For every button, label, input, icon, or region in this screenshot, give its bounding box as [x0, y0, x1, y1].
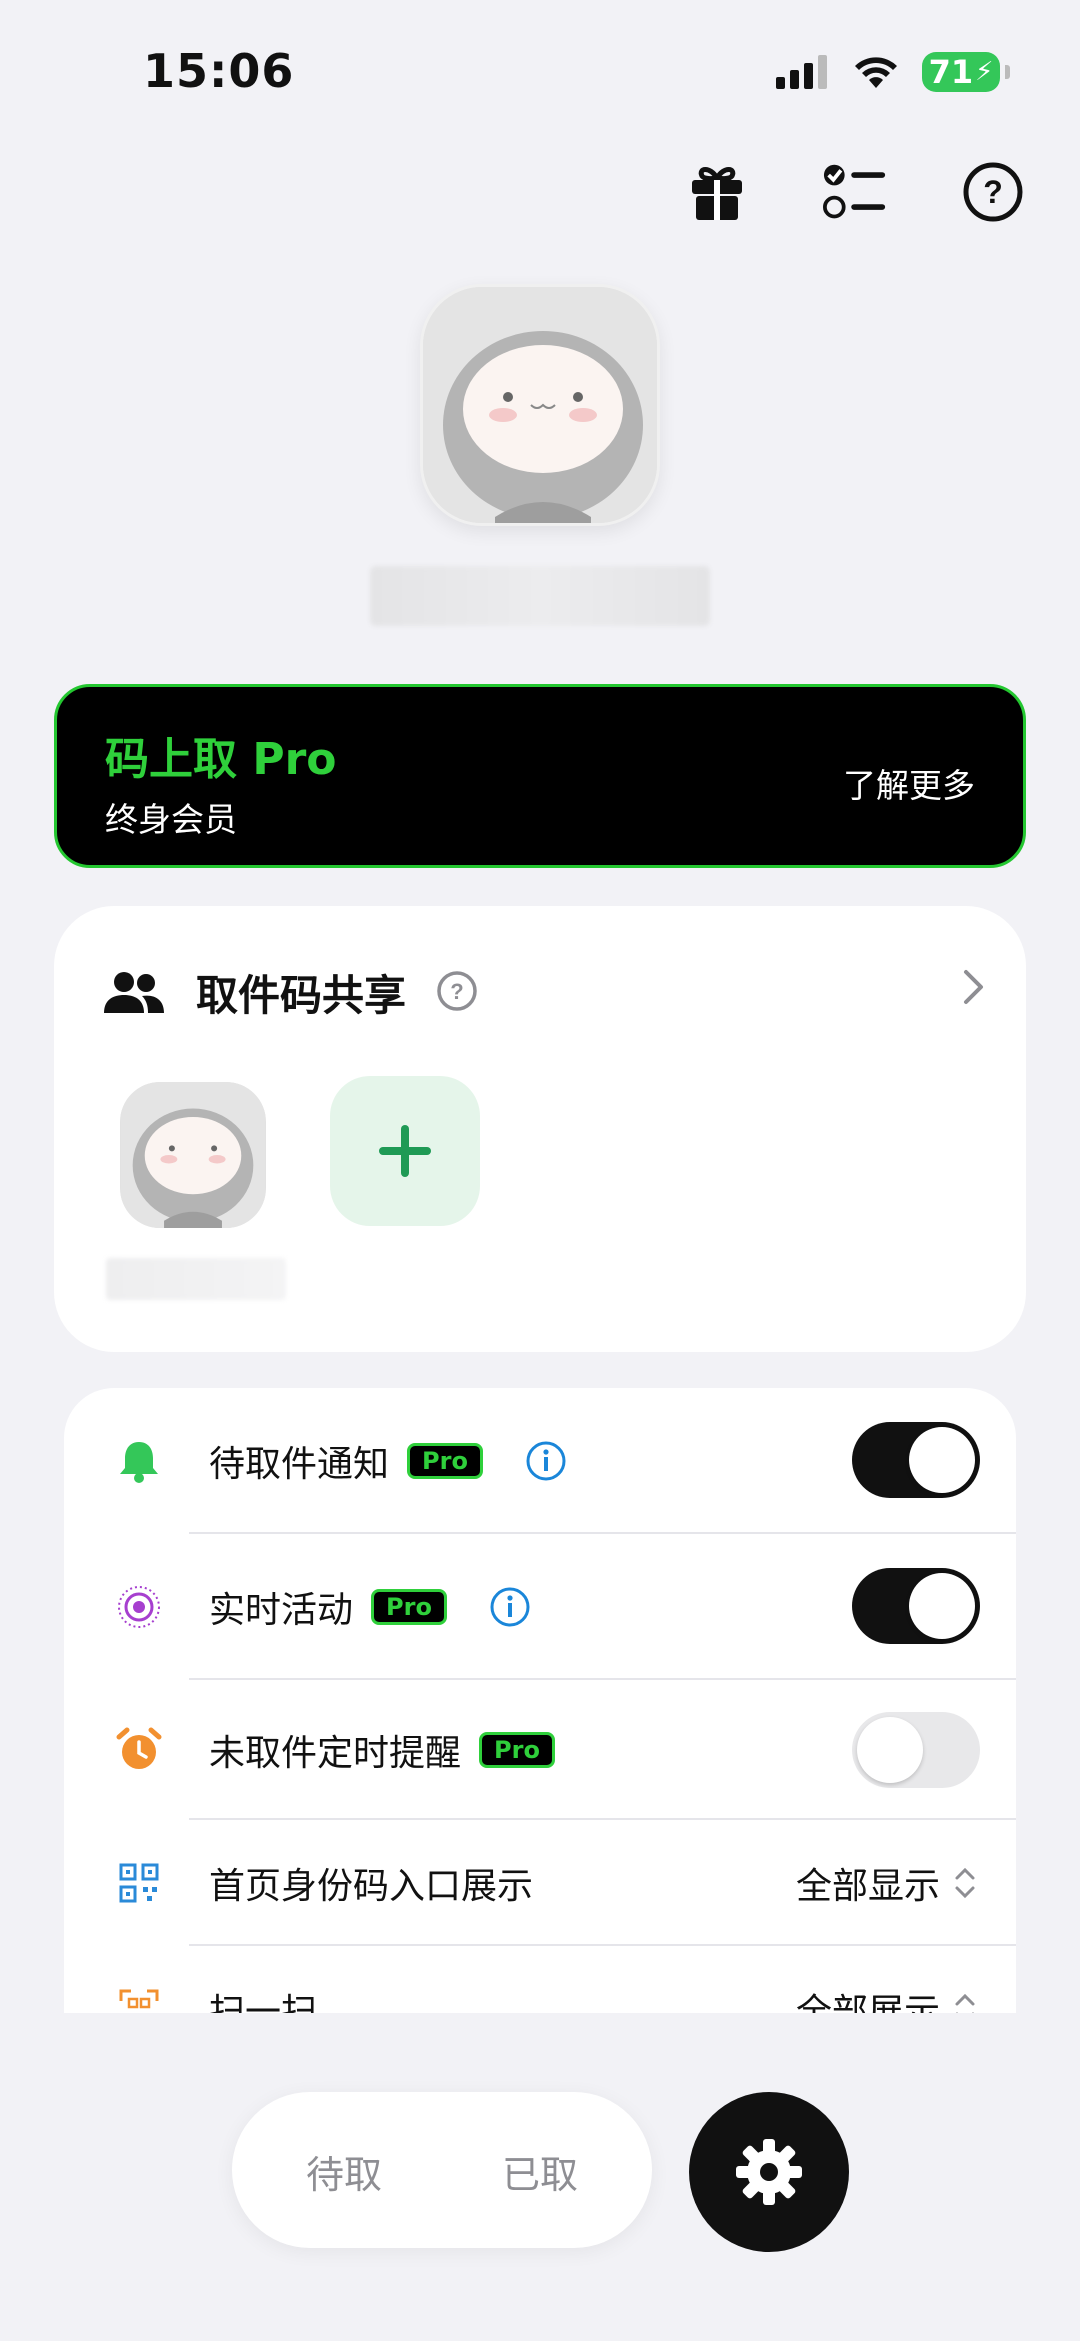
plus-icon: [379, 1125, 431, 1177]
setting-label: 首页身份码入口展示: [209, 1866, 534, 1907]
timed-reminder-toggle[interactable]: [852, 1712, 980, 1788]
setting-label: 未取件定时提醒: [209, 1733, 462, 1774]
setting-row-pickup-notification[interactable]: 待取件通知 Pro: [64, 1388, 1016, 1534]
status-time: 15:06: [143, 44, 295, 98]
question-circle-icon: ?: [437, 970, 477, 1011]
bottom-tab-bar: 待取 已取: [232, 2092, 652, 2248]
share-member-name-blurred: [106, 1258, 286, 1300]
code-share-header[interactable]: 取件码共享 ?: [102, 962, 478, 1023]
header-actions: ?: [685, 160, 1025, 224]
live-activity-toggle[interactable]: [852, 1568, 980, 1644]
toggle-knob: [909, 1427, 975, 1493]
help-icon: ?: [963, 162, 1023, 222]
share-member-avatar[interactable]: [120, 1082, 266, 1228]
people-icon: [104, 971, 164, 1013]
pro-badge: Pro: [479, 1732, 555, 1768]
status-icons: 71 ⚡: [776, 52, 1010, 92]
gift-button[interactable]: [685, 160, 749, 224]
setting-row-timed-reminder[interactable]: 未取件定时提醒 Pro: [64, 1680, 1016, 1820]
help-button[interactable]: ?: [961, 160, 1025, 224]
checklist-button[interactable]: [823, 160, 887, 224]
alarm-clock-icon: [112, 1723, 166, 1777]
svg-text:?: ?: [450, 979, 463, 1004]
pro-title: 码上取 Pro: [105, 734, 337, 785]
home-id-code-selector[interactable]: 全部显示: [796, 1857, 976, 1909]
code-share-card: 取件码共享 ?: [54, 906, 1026, 1352]
cellular-signal-icon: [776, 55, 827, 89]
settings-button[interactable]: [689, 2092, 849, 2252]
code-share-title: 取件码共享: [196, 971, 407, 1020]
chevron-up-down-icon: [955, 1867, 975, 1899]
checklist-icon: [823, 164, 886, 219]
code-share-chevron[interactable]: [962, 968, 986, 1010]
info-icon: [490, 1587, 530, 1627]
pickup-notification-toggle[interactable]: [852, 1422, 980, 1498]
toggle-knob: [909, 1573, 975, 1639]
selected-value: 全部展示: [795, 1992, 940, 2013]
pro-membership-banner[interactable]: 码上取 Pro 终身会员 了解更多: [54, 684, 1026, 868]
gift-icon: [692, 167, 742, 220]
member-avatar-image: [120, 1082, 266, 1228]
add-share-member-button[interactable]: [330, 1076, 480, 1226]
share-help-button[interactable]: ?: [436, 970, 478, 1016]
selected-value: 全部显示: [795, 1866, 940, 1907]
chevron-right-icon: [964, 970, 983, 1004]
svg-text:?: ?: [983, 174, 1003, 210]
setting-row-scan[interactable]: 扫一扫 全部展示: [64, 1946, 1016, 2013]
profile-name-blurred: [370, 566, 710, 626]
bell-icon: [112, 1434, 166, 1488]
battery-indicator: 71 ⚡: [922, 52, 1010, 92]
chevron-up-down-icon: [955, 1993, 975, 2013]
pro-subtitle: 终身会员: [105, 800, 237, 839]
avatar-image: [423, 287, 657, 523]
setting-label: 待取件通知: [209, 1444, 390, 1485]
learn-more-link[interactable]: 了解更多: [843, 759, 975, 807]
info-button[interactable]: [489, 1586, 531, 1628]
info-button[interactable]: [525, 1440, 567, 1482]
pro-badge: Pro: [371, 1589, 447, 1625]
scan-icon: [112, 1982, 166, 2013]
settings-list: 待取件通知 Pro 实时活动 Pro 未取件定时提醒 Pro 首页身份码入口展示…: [64, 1388, 1016, 2013]
scan-selector[interactable]: 全部展示: [796, 1983, 976, 2013]
qr-code-icon: [112, 1856, 166, 1910]
tab-pending[interactable]: 待取: [306, 2144, 382, 2199]
profile-avatar[interactable]: [420, 284, 660, 526]
setting-row-home-id-code-entry[interactable]: 首页身份码入口展示 全部显示: [64, 1820, 1016, 1946]
battery-level: 71: [928, 53, 974, 91]
charging-bolt-icon: ⚡: [975, 57, 994, 87]
gear-icon: [736, 2139, 802, 2205]
setting-label: 实时活动: [209, 1590, 354, 1631]
live-activity-icon: [112, 1580, 166, 1634]
toggle-knob: [857, 1717, 923, 1783]
setting-row-live-activity[interactable]: 实时活动 Pro: [64, 1534, 1016, 1680]
wifi-icon: [855, 57, 897, 88]
tab-picked-up[interactable]: 已取: [502, 2144, 578, 2199]
pro-badge: Pro: [407, 1443, 483, 1479]
info-icon: [526, 1441, 566, 1481]
setting-label: 扫一扫: [209, 1992, 318, 2013]
